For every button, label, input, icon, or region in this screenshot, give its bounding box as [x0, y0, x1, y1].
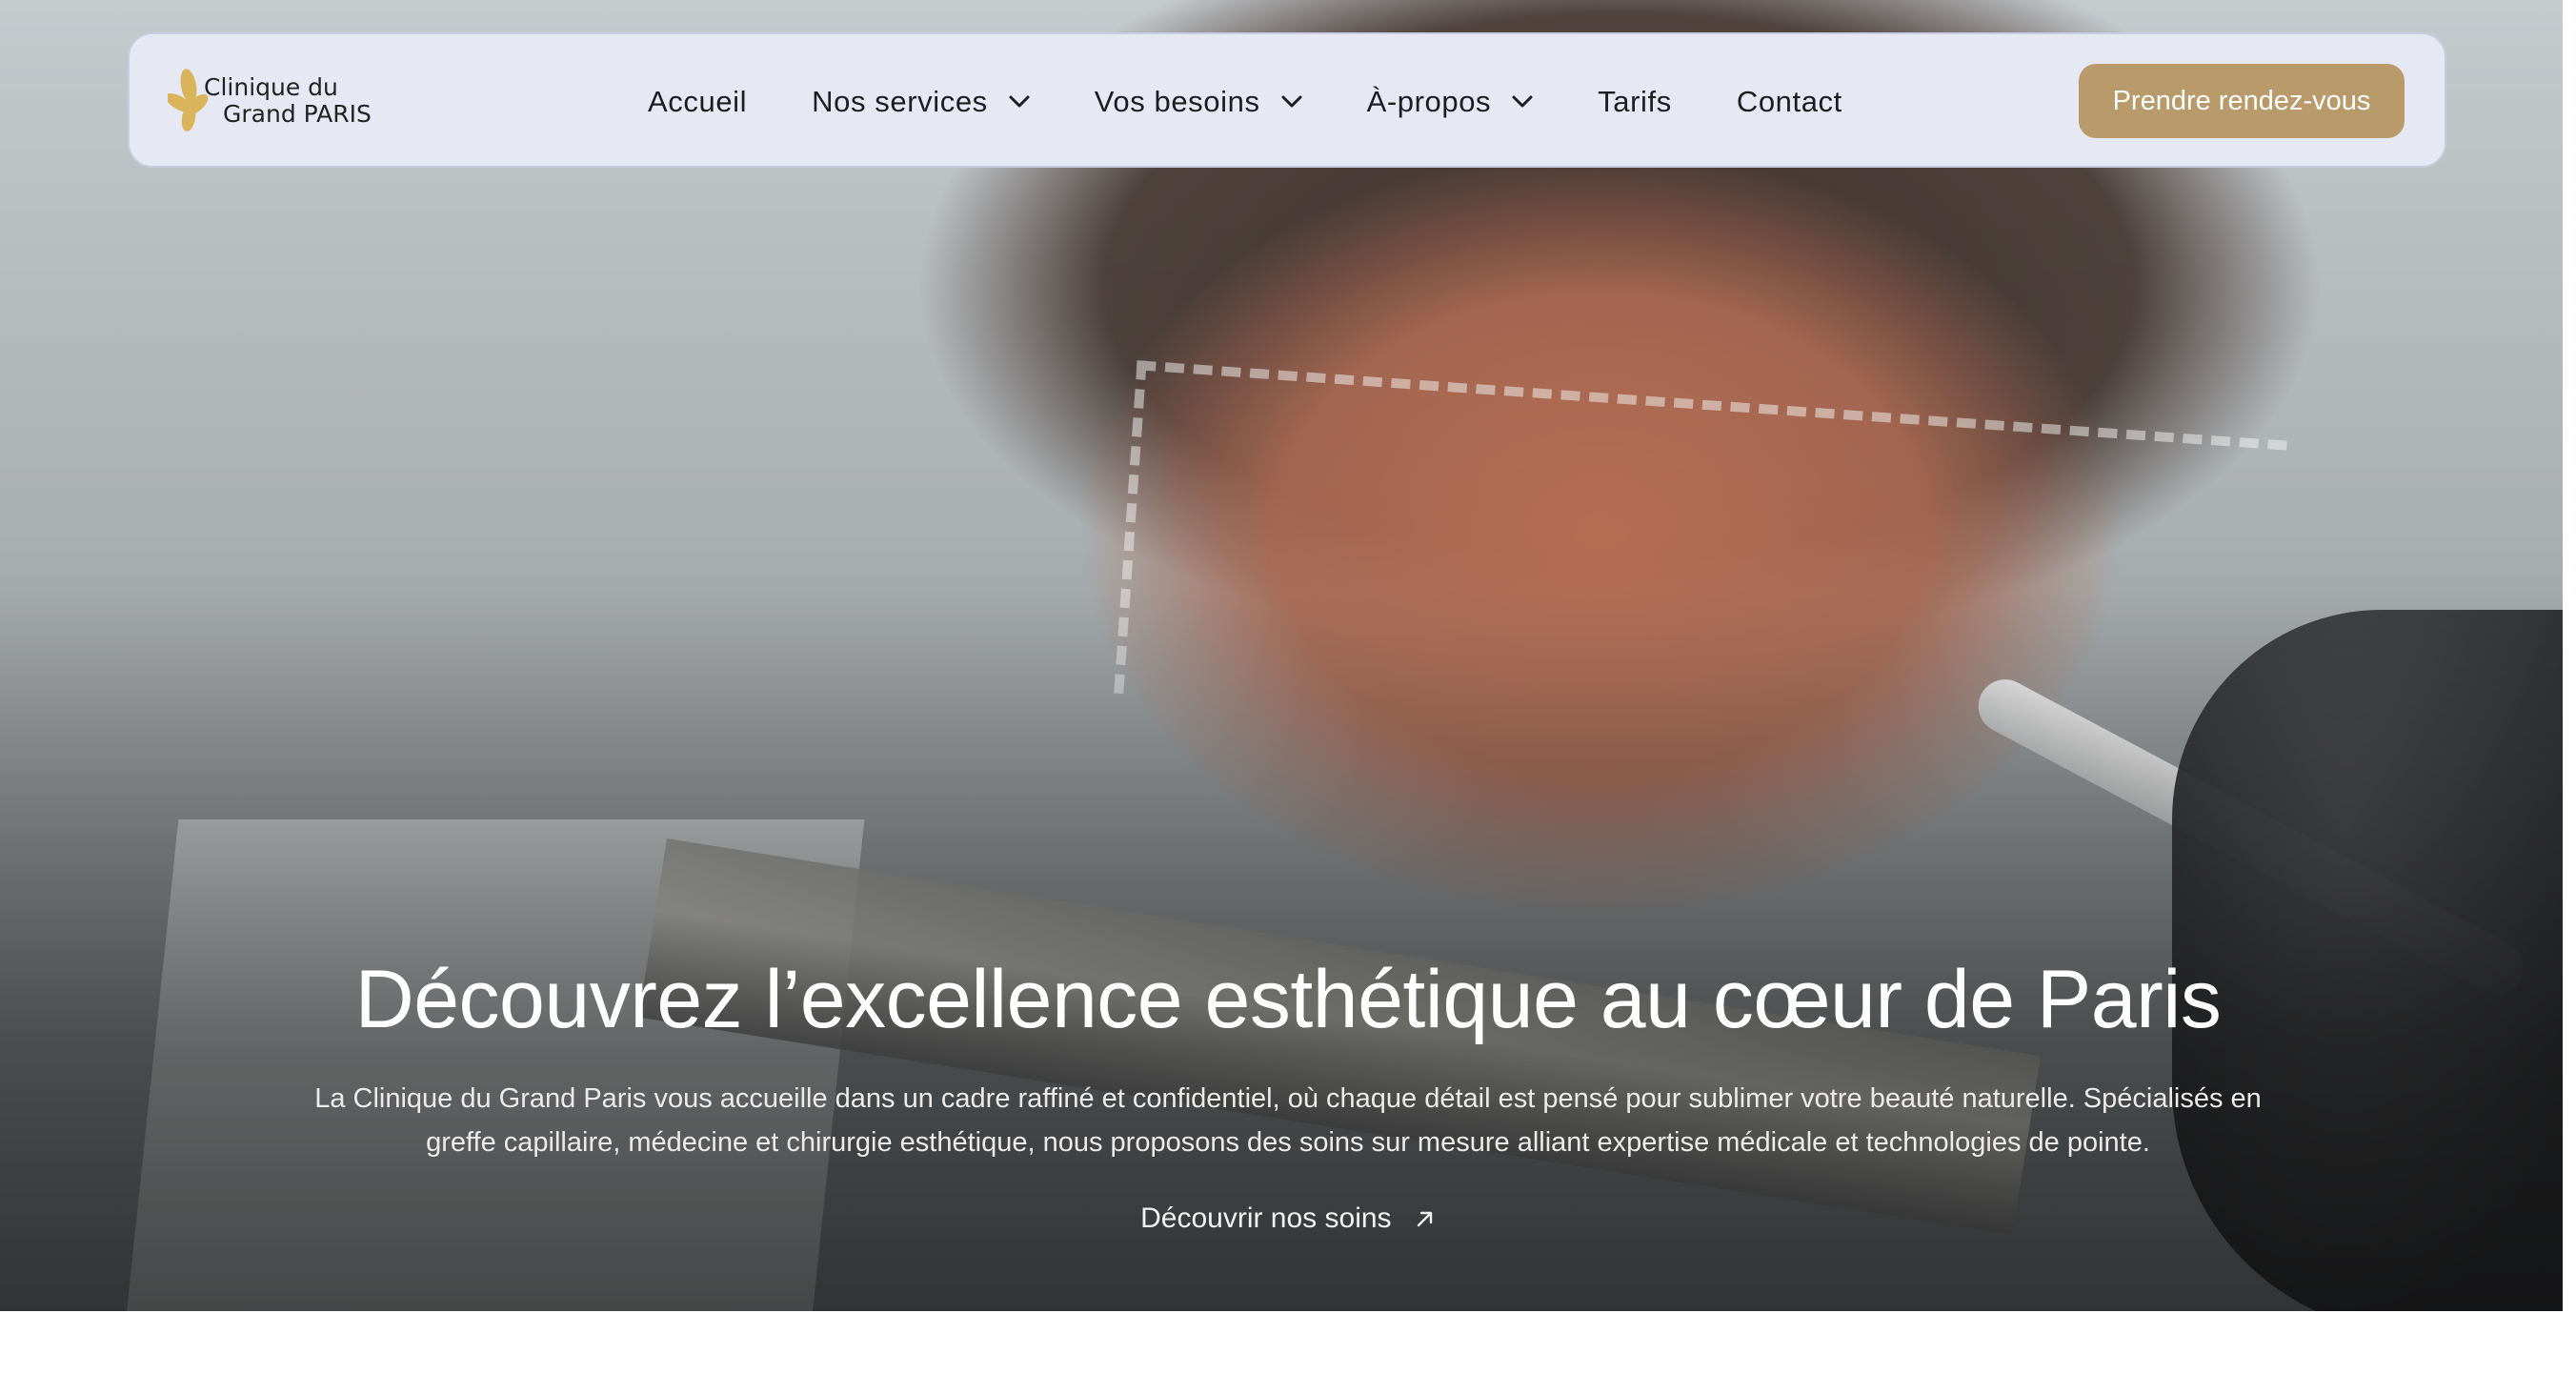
hero-description-line-2: greffe capillaire, médecine et chirurgie…	[426, 1127, 2150, 1158]
nav-menu: Accueil Nos services Vos besoins À-propo…	[615, 34, 1875, 170]
nav-item-label: À-propos	[1366, 85, 1492, 118]
nav-item-accueil[interactable]: Accueil	[615, 73, 779, 131]
logo[interactable]: Clinique du Grand PARIS	[168, 61, 387, 143]
nav-item-nos-services[interactable]: Nos services	[779, 73, 1062, 131]
nav-item-label: Vos besoins	[1094, 85, 1260, 118]
nav-item-label: Accueil	[648, 85, 748, 118]
chevron-down-icon	[1281, 95, 1302, 108]
hero-title: Découvrez l’excellence esthétique au cœu…	[354, 954, 2222, 1045]
chevron-down-icon	[1009, 95, 1030, 108]
hero-description-line-1: La Clinique du Grand Paris vous accueill…	[314, 1083, 2262, 1114]
arrow-up-right-icon	[1417, 1211, 1433, 1227]
chevron-down-icon	[1512, 95, 1533, 108]
nav-item-label: Nos services	[812, 85, 988, 118]
nav-item-a-propos[interactable]: À-propos	[1335, 73, 1566, 131]
nav-item-contact[interactable]: Contact	[1704, 73, 1875, 131]
navbar: Clinique du Grand PARIS Accueil Nos serv…	[128, 32, 2446, 168]
nav-item-label: Contact	[1736, 85, 1842, 118]
logo-line-2: Grand PARIS	[223, 100, 372, 128]
hero-description: La Clinique du Grand Paris vous accueill…	[286, 1077, 2290, 1164]
nav-item-vos-besoins[interactable]: Vos besoins	[1062, 73, 1335, 131]
nav-item-label: Tarifs	[1598, 85, 1672, 118]
book-appointment-button[interactable]: Prendre rendez-vous	[2079, 64, 2405, 138]
discover-treatments-label: Découvrir nos soins	[1140, 1202, 1392, 1234]
nav-item-tarifs[interactable]: Tarifs	[1565, 73, 1704, 131]
logo-text: Clinique du Grand PARIS	[204, 74, 372, 128]
discover-treatments-link[interactable]: Découvrir nos soins	[0, 1202, 2576, 1235]
logo-line-1: Clinique du	[204, 73, 338, 101]
